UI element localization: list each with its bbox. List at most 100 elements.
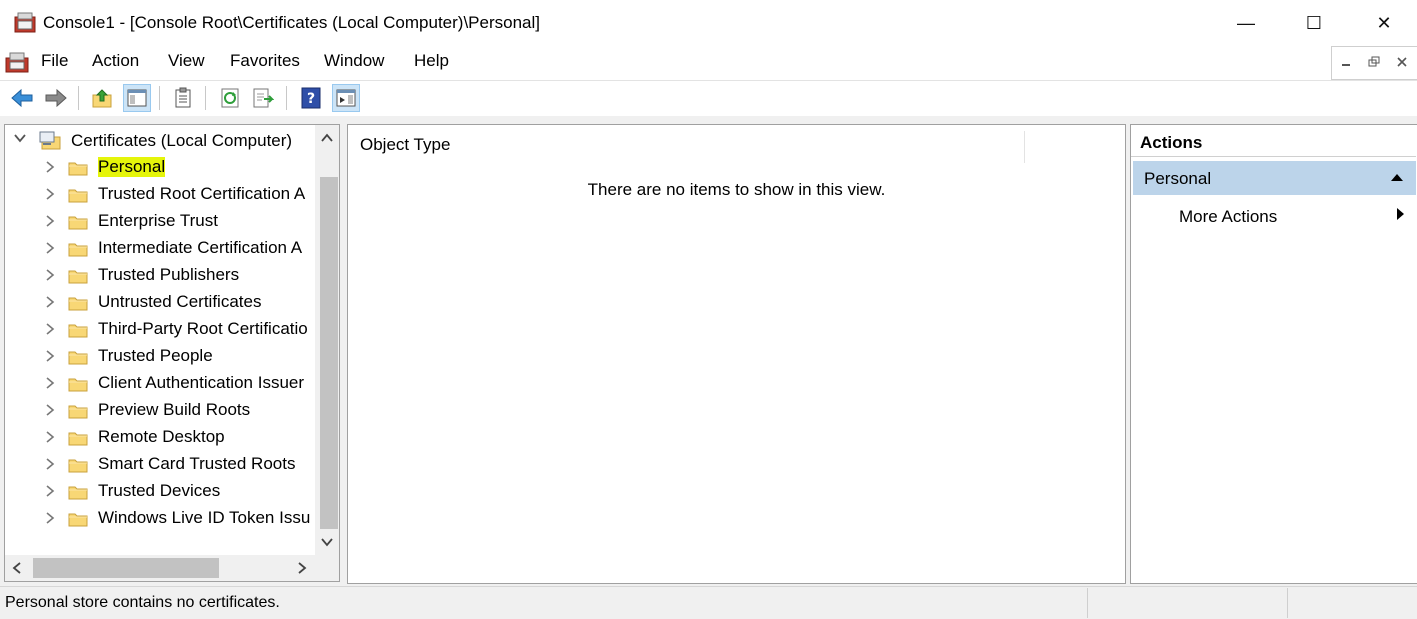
menu-favorites[interactable]: Favorites xyxy=(228,51,302,71)
menu-file[interactable]: File xyxy=(39,51,70,71)
tree-item[interactable]: Client Authentication Issuer xyxy=(5,370,315,397)
tree-item[interactable]: Enterprise Trust xyxy=(5,208,315,235)
mdi-minimize-button[interactable] xyxy=(1332,47,1360,77)
expand-chevron-icon[interactable] xyxy=(43,403,57,420)
expand-chevron-icon[interactable] xyxy=(43,322,57,339)
tree-item-label[interactable]: Preview Build Roots xyxy=(98,400,250,420)
menu-window[interactable]: Window xyxy=(322,51,386,71)
actions-title: Actions xyxy=(1140,133,1203,152)
tree-item[interactable]: Trusted People xyxy=(5,343,315,370)
menu-action[interactable]: Action xyxy=(90,51,141,71)
console-tree[interactable]: Certificates (Local Computer) Personal Tr… xyxy=(4,124,340,582)
mdi-restore-button[interactable] xyxy=(1360,47,1388,77)
tree-vertical-scroll-thumb[interactable] xyxy=(320,177,338,529)
tree-item-label[interactable]: Trusted Root Certification A xyxy=(98,184,305,204)
toolbar-separator xyxy=(205,86,206,110)
tree-root-label[interactable]: Certificates (Local Computer) xyxy=(71,131,292,151)
results-pane[interactable]: Object Type There are no items to show i… xyxy=(347,124,1126,584)
folder-icon xyxy=(68,241,88,257)
close-button[interactable]: ✕ xyxy=(1355,0,1413,46)
tree-item[interactable]: Intermediate Certification A xyxy=(5,235,315,262)
expand-chevron-icon[interactable] xyxy=(43,484,57,501)
tree-item[interactable]: Remote Desktop xyxy=(5,424,315,451)
submenu-right-arrow-icon[interactable] xyxy=(1395,207,1405,224)
refresh-button[interactable] xyxy=(216,84,244,112)
tree-item-label[interactable]: Personal xyxy=(98,157,166,177)
back-button[interactable] xyxy=(8,84,36,112)
expand-chevron-icon[interactable] xyxy=(43,268,57,285)
expand-chevron-icon[interactable] xyxy=(43,376,57,393)
properties-button[interactable] xyxy=(169,84,197,112)
expand-chevron-icon[interactable] xyxy=(43,241,57,258)
folder-icon xyxy=(68,403,88,419)
mdi-close-button[interactable] xyxy=(1388,47,1416,77)
mdi-close-icon xyxy=(1397,57,1407,67)
folder-icon xyxy=(68,511,88,527)
tree-item[interactable]: Trusted Root Certification A xyxy=(5,181,315,208)
scrollbar-corner xyxy=(315,555,339,581)
tree-item-label[interactable]: Third-Party Root Certificatio xyxy=(98,319,308,339)
tree-item[interactable]: Preview Build Roots xyxy=(5,397,315,424)
expand-chevron-icon[interactable] xyxy=(43,457,57,474)
forward-button[interactable] xyxy=(42,84,70,112)
expand-chevron-icon[interactable] xyxy=(43,214,57,231)
tree-item[interactable]: Personal xyxy=(5,154,315,181)
tree-item[interactable]: Trusted Publishers xyxy=(5,262,315,289)
show-hide-action-pane-button[interactable] xyxy=(332,84,360,112)
expand-chevron-icon[interactable] xyxy=(43,295,57,312)
more-actions-item[interactable]: More Actions xyxy=(1179,207,1277,227)
tree-item-label[interactable]: Trusted Devices xyxy=(98,481,220,501)
actions-section-personal[interactable]: Personal xyxy=(1133,161,1416,195)
tree-horizontal-scroll-thumb[interactable] xyxy=(33,558,219,578)
expand-chevron-icon[interactable] xyxy=(43,187,57,204)
refresh-icon xyxy=(221,88,239,108)
minimize-button[interactable]: — xyxy=(1217,0,1275,46)
tree-item-label[interactable]: Trusted Publishers xyxy=(98,265,239,285)
folder-icon xyxy=(68,322,88,338)
column-header-object-type[interactable]: Object Type xyxy=(360,135,450,155)
menu-help[interactable]: Help xyxy=(412,51,451,71)
tree-item[interactable]: Smart Card Trusted Roots xyxy=(5,451,315,478)
tree-item-label[interactable]: Enterprise Trust xyxy=(98,211,218,231)
mmc-app-icon[interactable] xyxy=(14,12,36,34)
status-text: Personal store contains no certificates. xyxy=(5,594,280,611)
console-window-icon[interactable] xyxy=(5,52,29,74)
folder-icon xyxy=(68,214,88,230)
maximize-button[interactable]: ☐ xyxy=(1285,0,1343,46)
scroll-left-arrow-icon[interactable] xyxy=(11,561,23,578)
tree-item-label[interactable]: Trusted People xyxy=(98,346,213,366)
export-list-button[interactable] xyxy=(249,84,277,112)
scroll-down-arrow-icon[interactable] xyxy=(320,535,334,551)
show-hide-console-tree-button[interactable] xyxy=(123,84,151,112)
collapse-up-arrow-icon[interactable] xyxy=(1390,170,1404,185)
scroll-up-arrow-icon[interactable] xyxy=(320,131,334,147)
expand-chevron-icon[interactable] xyxy=(43,160,57,177)
menu-view[interactable]: View xyxy=(166,51,207,71)
tree-item-label[interactable]: Untrusted Certificates xyxy=(98,292,261,312)
folder-icon xyxy=(68,457,88,473)
tree-item-label[interactable]: Remote Desktop xyxy=(98,427,225,447)
tree-item[interactable]: Windows Live ID Token Issu xyxy=(5,505,315,532)
tree-item-label[interactable]: Smart Card Trusted Roots xyxy=(98,454,295,474)
up-one-level-button[interactable] xyxy=(88,84,116,112)
tree-item[interactable]: Untrusted Certificates xyxy=(5,289,315,316)
expand-chevron-icon[interactable] xyxy=(43,511,57,528)
folder-icon xyxy=(68,376,88,392)
tree-item-label[interactable]: Client Authentication Issuer xyxy=(98,373,304,393)
mdi-minimize-icon xyxy=(1342,64,1350,66)
expand-chevron-icon[interactable] xyxy=(43,349,57,366)
expanded-chevron-icon[interactable] xyxy=(13,131,27,148)
tree-item-label[interactable]: Intermediate Certification A xyxy=(98,238,302,258)
help-button[interactable]: ? xyxy=(297,84,325,112)
tree-item[interactable]: Trusted Devices xyxy=(5,478,315,505)
help-icon: ? xyxy=(301,87,321,109)
folder-icon xyxy=(68,160,88,176)
tree-root-row[interactable]: Certificates (Local Computer) xyxy=(5,127,315,154)
column-divider[interactable] xyxy=(1024,131,1025,163)
folder-icon xyxy=(68,349,88,365)
tree-item[interactable]: Third-Party Root Certificatio xyxy=(5,316,315,343)
tree-item-label[interactable]: Windows Live ID Token Issu xyxy=(98,508,310,528)
expand-chevron-icon[interactable] xyxy=(43,430,57,447)
minimize-icon: — xyxy=(1237,12,1255,33)
scroll-right-arrow-icon[interactable] xyxy=(296,561,308,578)
